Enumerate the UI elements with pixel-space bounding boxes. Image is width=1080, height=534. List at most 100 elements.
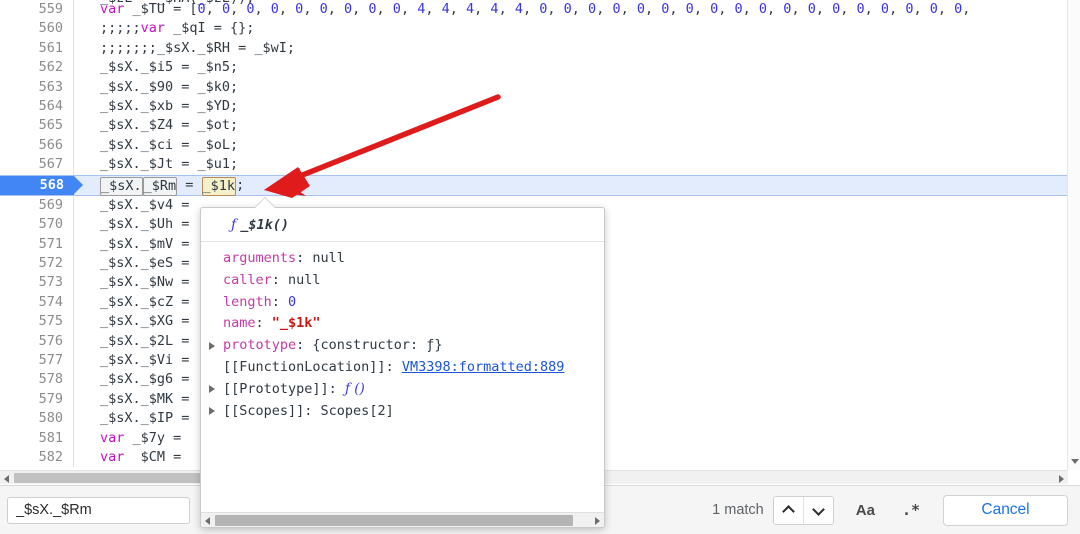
source-location-link[interactable]: VM3398:formatted:889 [402, 359, 565, 375]
code-line-text: ;;;;;var _$qI = {}; [74, 19, 1080, 38]
code-token: _$sX._$IP = [100, 410, 198, 426]
search-match-token-2[interactable]: _$Rm [143, 177, 178, 196]
popup-property-list: arguments: nullcaller: nulllength: 0name… [201, 242, 604, 422]
scroll-left-arrow-icon[interactable] [4, 475, 9, 483]
code-line[interactable]: 562_$sX._$i5 = _$n5; [0, 58, 1080, 77]
code-token: 0 [637, 1, 645, 17]
regex-button[interactable]: .* [897, 498, 925, 522]
popup-horizontal-scrollbar[interactable] [201, 512, 604, 527]
line-number-574[interactable]: 574 [0, 293, 74, 312]
match-case-button[interactable]: Aa [851, 499, 880, 522]
line-number-565[interactable]: 565 [0, 116, 74, 135]
line-number-561[interactable]: 561 [0, 39, 74, 58]
code-token: $CM = [133, 449, 190, 465]
code-token: , [669, 1, 685, 17]
popup-property-row[interactable]: [[Scopes]]: Scopes[2] [201, 401, 604, 423]
line-number-562[interactable]: 562 [0, 58, 74, 77]
line-number-567[interactable]: 567 [0, 155, 74, 174]
code-line[interactable]: 561;;;;;;;_$sX._$RH = _$wI; [0, 39, 1080, 58]
code-token: , [645, 1, 661, 17]
code-token: _$sX._$Jt = _$u1; [100, 156, 238, 172]
assignment-operator: = [177, 177, 201, 193]
property-key: [[Scopes]] [223, 403, 304, 419]
property-key: arguments [223, 250, 296, 266]
line-number-560[interactable]: 560 [0, 19, 74, 38]
code-token: _$sX._$g6 = [100, 371, 198, 387]
code-token: 0 [564, 1, 572, 17]
code-token: , [523, 1, 539, 17]
code-token: , [230, 1, 246, 17]
code-line[interactable]: 564_$sX._$xb = _$YD; [0, 97, 1080, 116]
property-separator: : [272, 294, 288, 310]
popup-property-row[interactable]: name: "_$1k" [201, 313, 604, 335]
search-match-token-1[interactable]: _$sX. [100, 177, 143, 196]
line-number-573[interactable]: 573 [0, 273, 74, 292]
property-key: prototype [223, 337, 296, 353]
code-token: , [474, 1, 490, 17]
code-token: , [279, 1, 295, 17]
property-separator: : [272, 272, 288, 288]
line-number-563[interactable]: 563 [0, 78, 74, 97]
previous-match-button[interactable] [774, 497, 803, 524]
popup-scrollbar-thumb[interactable] [215, 515, 573, 526]
code-token: , [621, 1, 637, 17]
line-number-581[interactable]: 581 [0, 429, 74, 448]
popup-property-row[interactable]: [[Prototype]]: ƒ () [201, 379, 604, 401]
line-number-575[interactable]: 575 [0, 312, 74, 331]
code-line-active[interactable]: 568 _$sX._$Rm = _$1k; [0, 175, 1080, 196]
line-number-582[interactable]: 582 [0, 448, 74, 467]
line-number-576[interactable]: 576 [0, 332, 74, 351]
scroll-down-arrow-icon[interactable] [1071, 459, 1079, 464]
popup-property-row[interactable]: length: 0 [201, 292, 604, 314]
object-preview-popup[interactable]: ƒ_$1k() arguments: nullcaller: nulllengt… [200, 207, 605, 528]
code-line[interactable]: 559var _$TU = [0, 0, 0, 0, 0, 0, 0, 0, 0… [0, 0, 1080, 19]
code-token: , [377, 1, 393, 17]
property-key: caller [223, 272, 272, 288]
hovered-identifier-token[interactable]: _$1k [202, 177, 237, 196]
match-navigation-group [773, 496, 834, 525]
code-line[interactable]: 567 _$sX._$Jt = _$u1; [0, 155, 1080, 174]
code-line[interactable]: 566_$sX._$ci = _$oL; [0, 136, 1080, 155]
statement-terminator: ; [236, 177, 244, 193]
line-number-559[interactable]: 559 [0, 0, 74, 19]
expand-triangle-icon[interactable] [209, 407, 215, 415]
line-number-580[interactable]: 580 [0, 409, 74, 428]
code-line[interactable]: 560;;;;;var _$qI = {}; [0, 19, 1080, 38]
code-token: , [328, 1, 344, 17]
editor-vertical-scrollbar[interactable] [1067, 0, 1080, 470]
popup-property-row[interactable]: [[FunctionLocation]]: VM3398:formatted:8… [201, 357, 604, 379]
popup-property-row[interactable]: caller: null [201, 270, 604, 292]
line-number-566[interactable]: 566 [0, 136, 74, 155]
code-token: 0 [612, 1, 620, 17]
popup-scroll-right-arrow-icon[interactable] [595, 517, 600, 525]
line-number-578[interactable]: 578 [0, 370, 74, 389]
code-token: 4 [490, 1, 498, 17]
code-token: _$sX._$Uh = [100, 216, 198, 232]
code-token: , [499, 1, 515, 17]
code-token: , [743, 1, 759, 17]
code-line[interactable]: 563_$sX._$90 = _$k0; [0, 78, 1080, 97]
line-number-579[interactable]: 579 [0, 390, 74, 409]
line-number-572[interactable]: 572 [0, 254, 74, 273]
code-token: 0 [246, 1, 254, 17]
line-number-564[interactable]: 564 [0, 97, 74, 116]
code-token: var [141, 20, 174, 36]
line-number-571[interactable]: 571 [0, 235, 74, 254]
popup-property-row[interactable]: arguments: null [201, 248, 604, 270]
search-input[interactable] [7, 497, 190, 524]
popup-property-row[interactable]: prototype: {constructor: ƒ} [201, 335, 604, 357]
code-token: , [840, 1, 856, 17]
code-token: , [547, 1, 563, 17]
next-match-button[interactable] [803, 497, 833, 524]
line-number-570[interactable]: 570 [0, 215, 74, 234]
popup-scroll-left-arrow-icon[interactable] [205, 517, 210, 525]
cancel-button[interactable]: Cancel [943, 495, 1068, 526]
line-number-568[interactable]: 568 [0, 176, 74, 195]
line-number-577[interactable]: 577 [0, 351, 74, 370]
chevron-down-icon [813, 505, 824, 516]
line-number-569[interactable]: 569 [0, 196, 74, 215]
expand-triangle-icon[interactable] [209, 385, 215, 393]
expand-triangle-icon[interactable] [209, 342, 215, 350]
scroll-right-arrow-icon[interactable] [1059, 475, 1064, 483]
code-line[interactable]: 565_$sX._$Z4 = _$ot; [0, 116, 1080, 135]
